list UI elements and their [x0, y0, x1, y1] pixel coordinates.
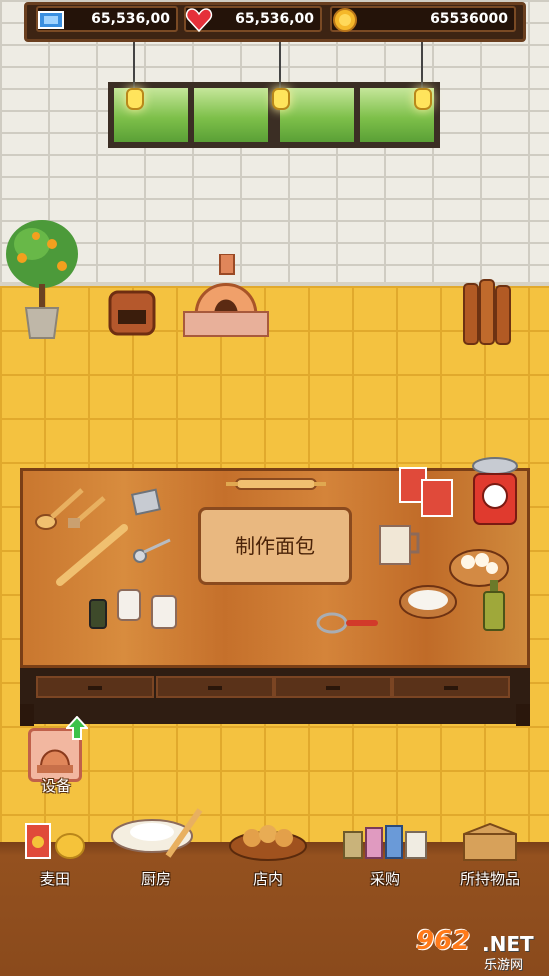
- ticket-icon: [38, 11, 64, 29]
- scraper-icon: [130, 488, 162, 516]
- rolling-pin-icon: [56, 524, 128, 586]
- nav-label: 采购: [369, 870, 400, 888]
- nav-inventory[interactable]: 所持物品: [448, 820, 532, 888]
- equipment-label: 设备: [40, 777, 71, 795]
- kitchen-icon: [111, 808, 203, 858]
- small-oven: [108, 290, 156, 336]
- potted-tree: [6, 220, 78, 339]
- ticket-counter: 65,536,00: [36, 6, 178, 32]
- watermark-sub: 乐游网: [484, 958, 524, 973]
- wheat-field-icon: [25, 823, 85, 859]
- jars-icon: [89, 589, 177, 629]
- make-bread-button[interactable]: 制作面包: [198, 507, 352, 585]
- nav-purchase[interactable]: 采购: [340, 824, 430, 888]
- watermark-brand: 962: [416, 926, 471, 956]
- counter-leg: [20, 704, 34, 726]
- heart-value: 65,536,00: [235, 11, 314, 27]
- watermark-logo: 962 .NET 乐游网: [414, 926, 546, 973]
- kitchen-scale-icon: [472, 457, 518, 525]
- nav-kitchen[interactable]: 厨房: [106, 806, 206, 888]
- heart-counter: 65,536,00: [184, 6, 322, 33]
- counter-drawers: [20, 668, 530, 724]
- ticket-value: 65,536,00: [91, 11, 170, 27]
- nav-store[interactable]: 店内: [226, 818, 310, 888]
- coin-value: 65536000: [430, 11, 508, 27]
- counter-leg: [516, 704, 530, 726]
- nav-label: 麦田: [39, 870, 70, 888]
- firewood-stack: [463, 279, 511, 345]
- measuring-cup-icon: [379, 525, 420, 565]
- coin-counter: 65536000: [330, 6, 516, 32]
- measuring-spoons-icon: [133, 538, 171, 563]
- heart-icon: [185, 8, 213, 33]
- stone-oven: [183, 254, 269, 337]
- store-icon: [229, 825, 307, 861]
- lamp-center: [272, 40, 290, 110]
- rolling-pin-long-icon: [226, 478, 326, 490]
- upgrade-arrow-icon: [66, 716, 88, 740]
- lamp-right: [414, 40, 432, 110]
- oil-bottle-icon: [483, 580, 505, 631]
- flour-bowl-icon: [399, 585, 457, 619]
- purchase-icon: [343, 825, 427, 859]
- inventory-icon: [463, 822, 517, 861]
- seed-bags-icon: [399, 467, 453, 517]
- nav-wheat-field[interactable]: 麦田: [20, 820, 90, 888]
- nav-label: 所持物品: [459, 870, 520, 888]
- nav-label: 店内: [252, 870, 283, 888]
- coin-icon: [333, 8, 357, 32]
- watermark-net: .NET: [482, 932, 534, 956]
- lamp-left: [126, 40, 144, 110]
- nav-label: 厨房: [140, 870, 171, 888]
- whisk-icon: [316, 612, 378, 634]
